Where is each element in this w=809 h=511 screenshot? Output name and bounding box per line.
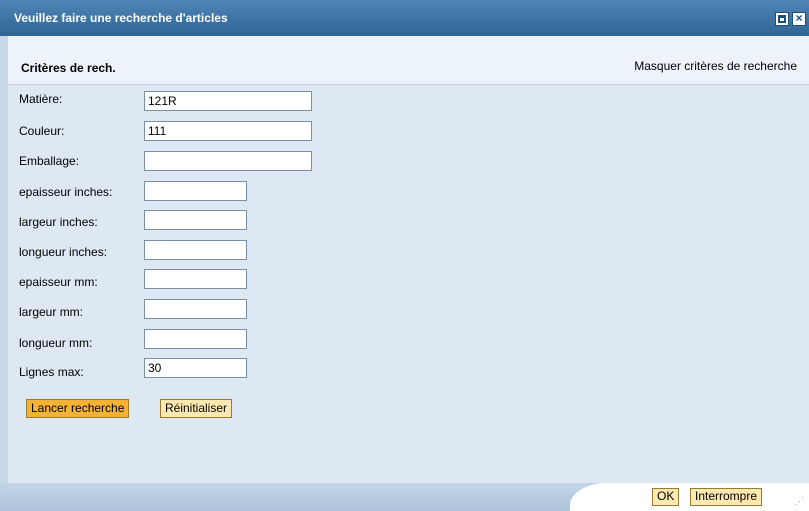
longueur-mm-input[interactable] bbox=[144, 329, 247, 349]
field-label-epaisseur-inches: epaisseur inches: bbox=[19, 185, 113, 199]
largeur-mm-input[interactable] bbox=[144, 299, 247, 319]
field-label-longueur-mm: longueur mm: bbox=[19, 336, 93, 350]
emballage-input[interactable] bbox=[144, 151, 312, 171]
resize-grip-icon[interactable]: ⋰ bbox=[795, 496, 804, 507]
maximize-icon[interactable] bbox=[775, 12, 789, 26]
field-label-longueur-inches: longueur inches: bbox=[19, 245, 108, 259]
dialog-title: Veuillez faire une recherche d'articles bbox=[14, 11, 228, 25]
field-label-matiere: Matière: bbox=[19, 92, 63, 106]
longueur-inches-input[interactable] bbox=[144, 240, 247, 260]
hide-search-criteria-link[interactable]: Masquer critères de recherche bbox=[634, 59, 797, 73]
largeur-inches-input[interactable] bbox=[144, 210, 247, 230]
cancel-button[interactable]: Interrompre bbox=[690, 488, 763, 506]
field-label-emballage: Emballage: bbox=[19, 154, 80, 168]
epaisseur-inches-input[interactable] bbox=[144, 181, 247, 201]
dialog-titlebar: Veuillez faire une recherche d'articles … bbox=[0, 0, 809, 36]
ok-button[interactable]: OK bbox=[652, 488, 680, 506]
lignes-max-input[interactable] bbox=[144, 358, 247, 378]
matiere-input[interactable] bbox=[144, 91, 312, 111]
field-label-couleur: Couleur: bbox=[19, 124, 65, 138]
close-icon[interactable]: × bbox=[792, 12, 806, 26]
reset-button[interactable]: Réinitialiser bbox=[160, 399, 233, 418]
field-label-largeur-inches: largeur inches: bbox=[19, 215, 98, 229]
search-criteria-header: Critères de rech. Masquer critères de re… bbox=[8, 36, 809, 85]
field-label-lignes-max: Lignes max: bbox=[19, 365, 84, 379]
field-label-epaisseur-mm: epaisseur mm: bbox=[19, 275, 98, 289]
field-label-largeur-mm: largeur mm: bbox=[19, 305, 84, 319]
epaisseur-mm-input[interactable] bbox=[144, 269, 247, 289]
dialog-left-border bbox=[0, 36, 8, 495]
couleur-input[interactable] bbox=[144, 121, 312, 141]
search-button[interactable]: Lancer recherche bbox=[26, 399, 130, 418]
search-criteria-title: Critères de rech. bbox=[21, 61, 116, 75]
